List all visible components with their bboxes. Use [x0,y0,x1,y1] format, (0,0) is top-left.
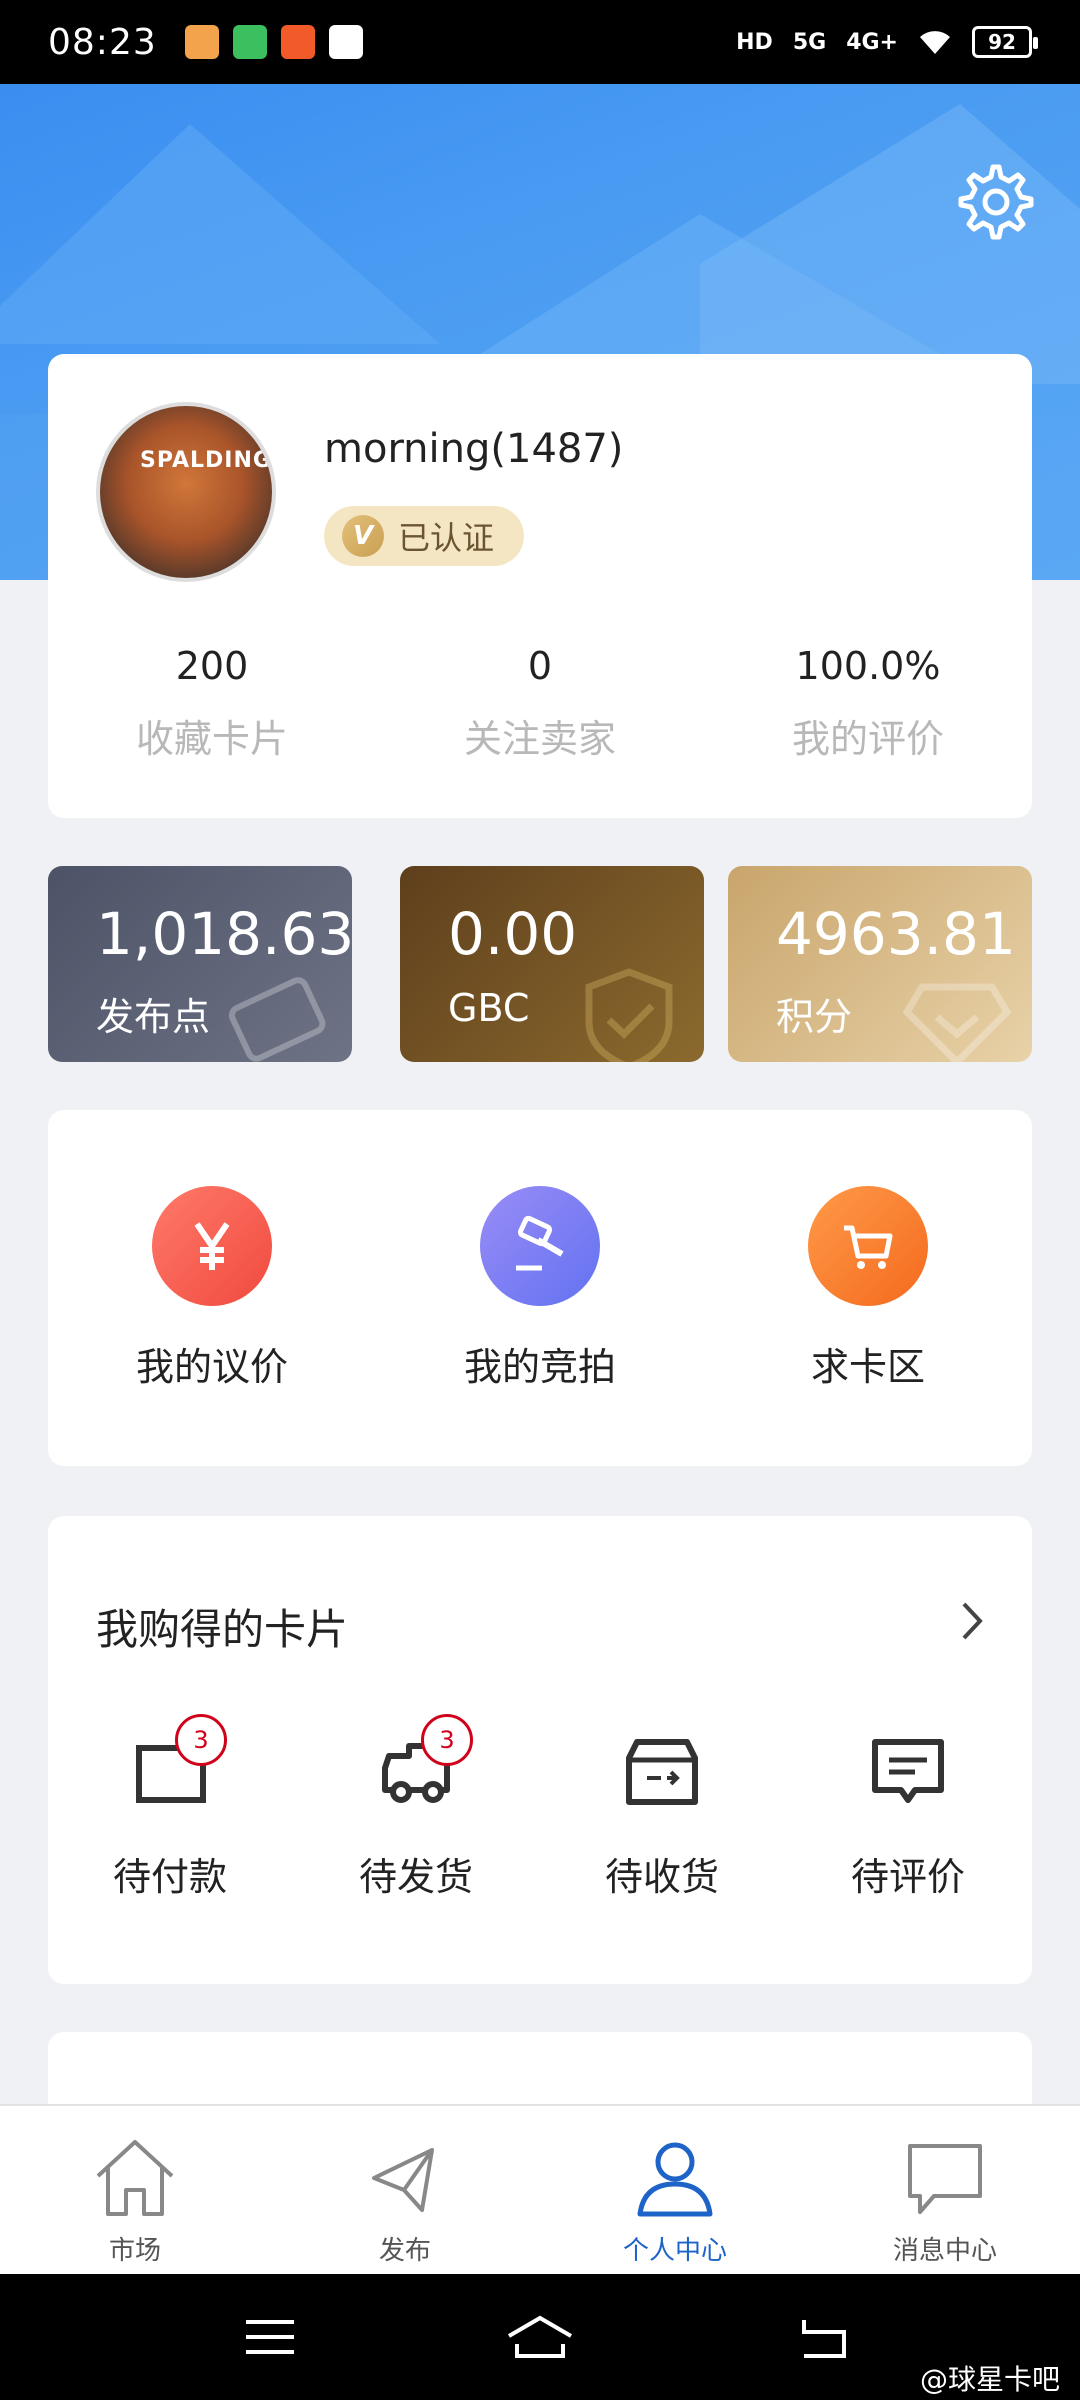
order-pending-payment[interactable]: 3 待付款 [70,1714,270,1901]
verified-icon: V [342,515,384,557]
avatar[interactable]: SPALDING [96,402,276,582]
order-label: 待收货 [604,1855,719,1899]
signal-4g-indicator: 4G+ [846,29,898,55]
battery-indicator: 92 [972,26,1038,58]
nav-label: 市场 [108,2236,161,2266]
verified-badge: V 已认证 [324,506,525,566]
stat-followed-sellers[interactable]: 0 关注卖家 [376,644,704,763]
order-label: 待付款 [112,1855,227,1899]
action-label: 我的竞拍 [463,1345,616,1389]
order-label: 待发货 [358,1855,473,1899]
nav-publish[interactable]: 发布 [270,2106,540,2274]
stat-value: 100.0% [795,644,941,688]
order-pending-shipment[interactable]: 3 待发货 [316,1714,516,1901]
shield-check-icon [585,968,673,1062]
my-auction-button[interactable]: 我的竞拍 [440,1186,640,1391]
yen-icon [152,1186,272,1306]
order-label: 待评价 [850,1855,965,1899]
system-navigation-bar: @球星卡吧 [0,2274,1080,2400]
signal-5g-indicator: 5G [792,29,827,55]
recent-apps-button[interactable] [240,2312,300,2362]
diamond-icon [902,983,1012,1062]
profile-stats: 200 收藏卡片 0 关注卖家 100.0% 我的评价 [48,644,1032,763]
nav-label: 个人中心 [622,2236,727,2266]
package-icon [617,1726,707,1816]
home-icon [96,2140,174,2216]
stat-value: 200 [175,644,249,688]
hd-indicator: HD [736,29,773,55]
action-label: 我的议价 [135,1345,288,1389]
paper-plane-icon [372,2148,434,2212]
balance-card-publish-points[interactable]: 1,018.63 发布点 [48,866,352,1062]
home-outline-icon [507,2315,573,2358]
status-time: 08:23 [48,21,157,63]
bottom-navigation: 市场 发布 个人中心 消息中心 [0,2104,1080,2274]
nav-profile[interactable]: 个人中心 [540,2106,810,2274]
status-indicators: HD 5G 4G+ 92 [736,26,1038,58]
order-pending-review[interactable]: 待评价 [808,1726,1008,1901]
stat-label: 收藏卡片 [135,717,288,761]
gavel-icon [480,1186,600,1306]
stat-label: 我的评价 [791,717,944,761]
profile-card: SPALDING morning(1487) V 已认证 200 收藏卡片 0 … [48,354,1032,818]
nav-messages[interactable]: 消息中心 [810,2106,1080,2274]
wallet-icon: 3 [125,1714,227,1816]
order-badge: 3 [421,1714,473,1766]
balance-card-gbc[interactable]: 0.00 GBC [400,866,704,1062]
nav-label: 消息中心 [892,2236,997,2266]
back-button[interactable] [794,2312,854,2362]
order-pending-receipt[interactable]: 待收货 [562,1726,762,1901]
chat-icon [908,2144,982,2214]
wifi-icon [920,31,950,54]
balance-card-points[interactable]: 4963.81 积分 [728,866,1032,1062]
settings-button[interactable] [956,162,1036,242]
quick-actions-card: 我的议价 我的竞拍 求卡区 [48,1110,1032,1466]
menu-icon [246,2320,294,2354]
home-button[interactable] [505,2312,573,2362]
back-icon [802,2320,846,2358]
section-title: 我购得的卡片 [96,1605,349,1654]
action-label: 求卡区 [810,1345,925,1389]
app-notification-icon [184,25,219,59]
app-notification-icon [232,25,267,59]
verified-label: 已认证 [398,519,495,557]
user-icon [637,2142,713,2217]
nav-market[interactable]: 市场 [0,2106,270,2274]
truck-icon: 3 [371,1714,473,1816]
status-bar: 08:23 HD 5G 4G+ 92 [0,0,1080,84]
stat-my-rating[interactable]: 100.0% 我的评价 [704,644,1032,763]
gear-icon [958,164,1034,240]
app-notification-icon [280,25,315,59]
stat-collected-cards[interactable]: 200 收藏卡片 [48,644,376,763]
avatar-text: SPALDING [140,448,272,473]
purchased-cards-section: 我购得的卡片 3 待付款 3 待发货 待收货 待评价 [48,1516,1032,1984]
username: morning(1487) [324,426,624,472]
stat-value: 0 [527,644,553,688]
balance-label: 积分 [776,995,853,1039]
notification-icons [184,25,363,59]
cart-icon [808,1186,928,1306]
nav-label: 发布 [378,2236,431,2266]
app-notification-icon [328,25,363,59]
balance-label: 发布点 [96,995,211,1039]
balance-label: GBC [448,986,530,1030]
chevron-right-icon [962,1602,983,1640]
balance-value: 4963.81 [776,900,1016,968]
my-bargain-button[interactable]: 我的议价 [112,1186,312,1391]
order-badge: 3 [175,1714,227,1766]
view-all-orders-button[interactable] [952,1596,992,1646]
comment-icon [863,1726,953,1816]
card-request-button[interactable]: 求卡区 [768,1186,968,1391]
stat-label: 关注卖家 [463,717,616,761]
balance-value: 1,018.63 [96,900,352,968]
ticket-icon [228,977,326,1062]
balance-value: 0.00 [448,900,578,968]
watermark: @球星卡吧 [919,2363,1060,2396]
